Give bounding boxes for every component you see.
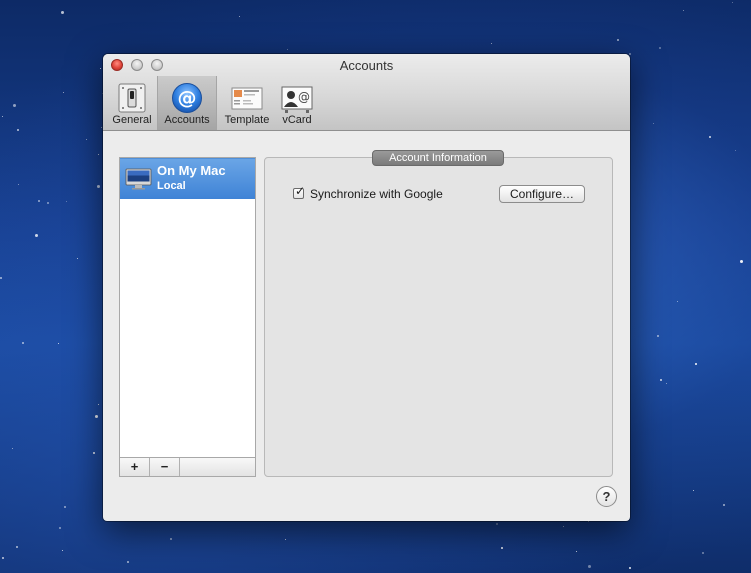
star xyxy=(501,547,503,549)
star xyxy=(657,335,659,337)
star xyxy=(93,452,95,454)
star xyxy=(2,557,4,559)
configure-button[interactable]: Configure… xyxy=(499,185,585,203)
svg-text:@: @ xyxy=(178,87,197,109)
star xyxy=(702,552,704,554)
template-icon xyxy=(231,87,263,110)
star xyxy=(617,39,619,41)
star xyxy=(98,404,99,405)
star xyxy=(588,521,589,522)
star xyxy=(13,104,16,107)
title-bar: Accounts General @ Accounts Template @ v… xyxy=(103,54,630,131)
star xyxy=(61,11,64,14)
star xyxy=(660,379,662,381)
star xyxy=(16,546,18,548)
accounts-preferences-window: Accounts General @ Accounts Template @ v… xyxy=(103,54,630,521)
at-sign-icon: @ xyxy=(172,83,202,113)
star xyxy=(693,490,694,491)
star xyxy=(2,116,3,117)
star xyxy=(22,342,24,344)
synchronize-checkbox[interactable]: ✓ xyxy=(293,184,305,199)
star xyxy=(98,154,99,155)
toolbar-label-vcard: vCard xyxy=(282,114,312,126)
star xyxy=(47,202,49,204)
star xyxy=(576,551,577,552)
star xyxy=(653,123,654,124)
star xyxy=(287,49,288,50)
account-information-group xyxy=(264,157,613,477)
star xyxy=(101,127,102,128)
remove-account-button[interactable]: − xyxy=(150,458,180,476)
svg-text:@: @ xyxy=(298,90,310,104)
star xyxy=(683,10,684,11)
toolbar-item-vcard[interactable]: @ vCard xyxy=(275,76,319,130)
star xyxy=(127,561,129,563)
star xyxy=(77,258,78,259)
star xyxy=(695,363,697,365)
star xyxy=(58,343,59,344)
list-item-on-my-mac[interactable]: On My Mac Local xyxy=(120,158,255,199)
star xyxy=(97,185,100,188)
star xyxy=(66,201,67,202)
star xyxy=(709,136,711,138)
star xyxy=(100,68,101,69)
star xyxy=(732,2,733,3)
help-button[interactable]: ? xyxy=(596,486,617,507)
toolbar-item-general[interactable]: General xyxy=(109,76,155,130)
toolbar-label-accounts: Accounts xyxy=(164,114,210,126)
star xyxy=(666,383,667,384)
star xyxy=(563,526,564,527)
star xyxy=(496,523,498,525)
vcard-icon: @ xyxy=(281,86,313,113)
toolbar-item-template[interactable]: Template xyxy=(219,76,275,130)
star xyxy=(659,47,661,49)
switch-icon xyxy=(118,83,146,113)
star xyxy=(285,539,286,540)
star xyxy=(18,184,19,185)
star xyxy=(64,506,66,508)
star xyxy=(239,16,240,17)
toolbar-label-template: Template xyxy=(224,114,270,126)
star xyxy=(491,43,492,44)
star xyxy=(735,150,736,151)
synchronize-label[interactable]: Synchronize with Google xyxy=(310,187,443,201)
star xyxy=(723,504,725,506)
star xyxy=(63,92,64,93)
star xyxy=(62,550,63,551)
star xyxy=(0,277,2,279)
star xyxy=(95,415,98,418)
star xyxy=(677,301,678,302)
account-information-label: Account Information xyxy=(372,150,504,166)
account-type: Local xyxy=(157,180,186,192)
account-name: On My Mac xyxy=(157,163,226,178)
star xyxy=(59,527,61,529)
star xyxy=(12,448,13,449)
star xyxy=(86,139,87,140)
star xyxy=(629,567,631,569)
star xyxy=(588,565,591,568)
checkmark-icon: ✓ xyxy=(295,184,306,198)
window-title: Accounts xyxy=(339,58,394,73)
star xyxy=(170,538,172,540)
toolbar-label-general: General xyxy=(112,114,152,126)
star xyxy=(35,234,38,237)
list-button-bar: + − xyxy=(120,457,255,476)
star xyxy=(740,260,743,263)
toolbar-item-accounts[interactable]: @ Accounts xyxy=(157,76,217,130)
desktop-background: Accounts General @ Accounts Template @ v… xyxy=(0,0,751,573)
star xyxy=(38,200,40,202)
add-account-button[interactable]: + xyxy=(120,458,150,476)
imac-icon xyxy=(125,168,152,190)
accounts-list: On My Mac Local + − xyxy=(119,157,256,477)
star xyxy=(17,129,19,131)
